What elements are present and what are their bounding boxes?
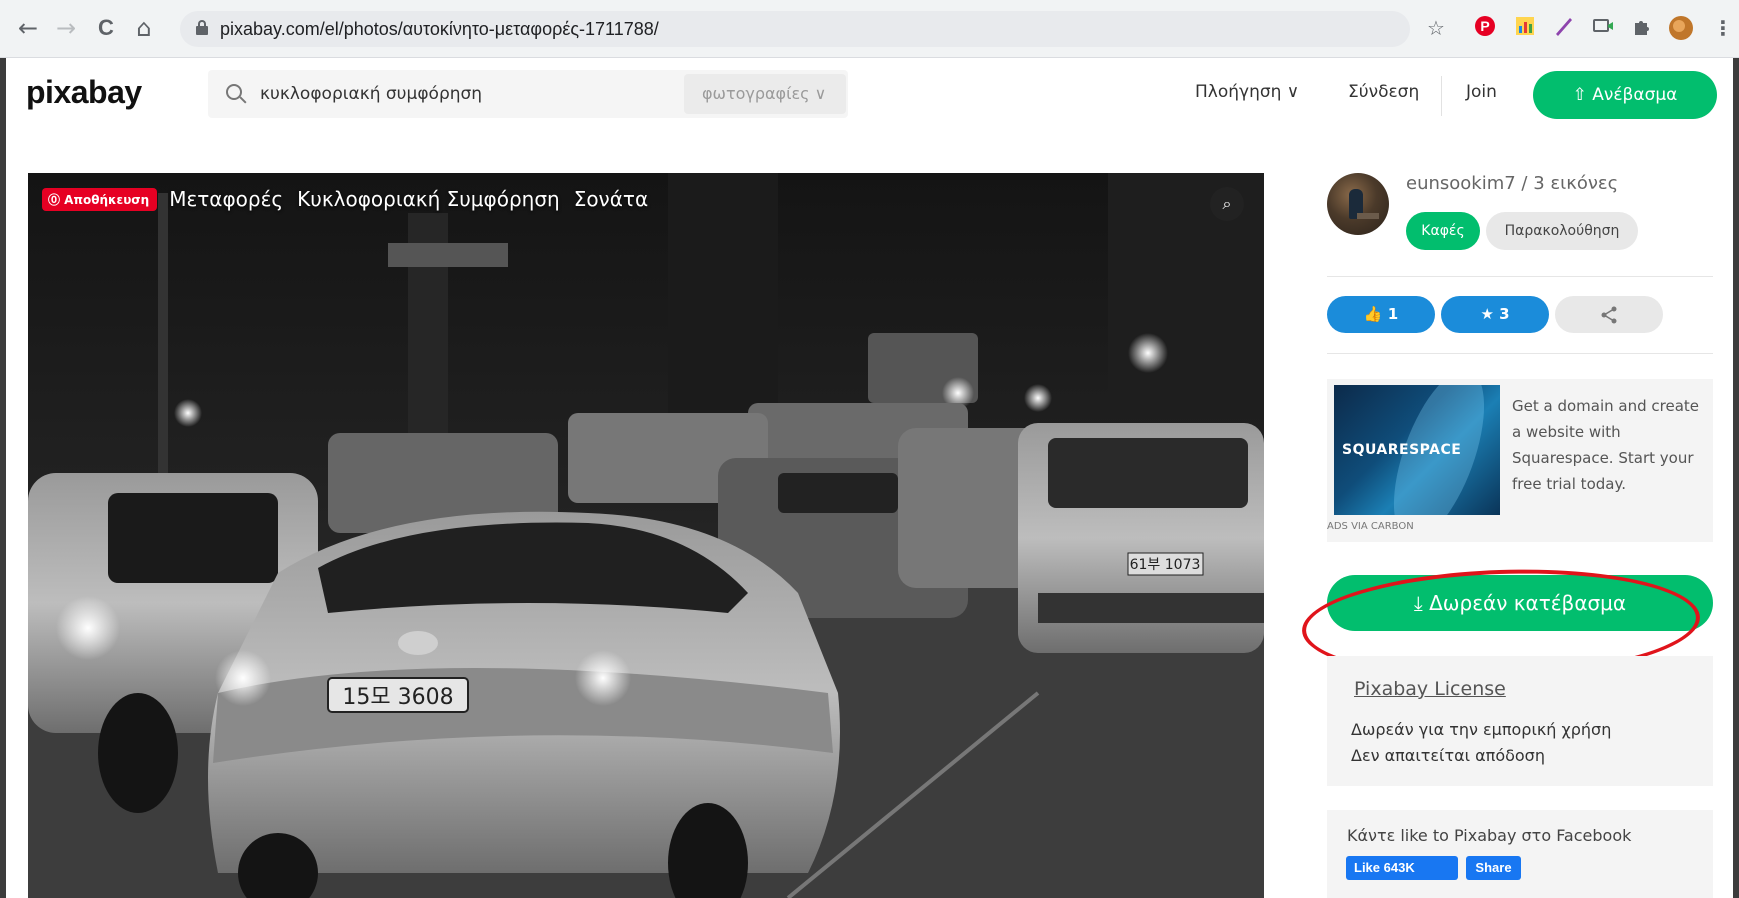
explore-menu[interactable]: Πλοήγηση ∨: [1195, 82, 1299, 102]
facebook-like-button[interactable]: Like 643K: [1346, 856, 1458, 880]
join-link[interactable]: Join: [1466, 82, 1497, 102]
site-header: pixabay φωτογραφίες ∨ Πλοήγηση ∨ Σύνδεση…: [6, 58, 1733, 133]
facebook-panel: Κάντε like to Pixabay στο Facebook Like …: [1327, 810, 1713, 898]
front-plate-text: 15모 3608: [342, 685, 453, 710]
right-plate-text: 61부 1073: [1130, 557, 1201, 573]
thumbs-up-icon: 👍: [1363, 305, 1383, 323]
profile-avatar-icon[interactable]: [1668, 15, 1694, 41]
pixabay-logo[interactable]: pixabay: [26, 74, 142, 111]
photo-tag[interactable]: Σονάτα: [574, 187, 648, 211]
ad-text[interactable]: Get a domain and create a website with S…: [1512, 393, 1708, 497]
search-bar[interactable]: φωτογραφίες ∨: [208, 70, 848, 118]
pinterest-save-button[interactable]: ⓪ Αποθήκευση: [42, 187, 158, 211]
login-link[interactable]: Σύνδεση: [1348, 82, 1419, 102]
share-icon: [1601, 306, 1617, 324]
pinterest-extension-icon[interactable]: P: [1472, 15, 1498, 41]
squarespace-logo: SQUARESPACE: [1342, 442, 1462, 458]
url-text[interactable]: pixabay.com/el/photos/αυτοκίνητο-μεταφορ…: [220, 19, 659, 40]
cast-extension-icon[interactable]: [1590, 15, 1616, 41]
analytics-extension-icon[interactable]: [1512, 15, 1538, 41]
search-icon[interactable]: [224, 82, 248, 106]
follow-button[interactable]: Παρακολούθηση: [1486, 212, 1638, 250]
search-input[interactable]: [260, 81, 640, 107]
sidebar-divider: [1327, 276, 1713, 277]
lock-icon: [196, 20, 208, 36]
license-line: Δεν απαιτείται απόδοση: [1351, 746, 1545, 765]
photo-tag-bar: ⓪ Αποθήκευση Μεταφορές Κυκλοφοριακή Συμφ…: [42, 187, 662, 211]
bookmark-star-icon[interactable]: ☆: [1423, 15, 1449, 41]
photo-tag[interactable]: Κυκλοφοριακή Συμφόρηση: [297, 187, 560, 211]
coffee-button[interactable]: Καφές: [1406, 212, 1480, 250]
extensions-puzzle-icon[interactable]: [1629, 15, 1655, 41]
facebook-share-button[interactable]: Share: [1466, 856, 1521, 880]
ad-via-label[interactable]: ADS VIA CARBON: [1327, 521, 1414, 532]
license-line: Δωρεάν για την εμπορική χρήση: [1351, 720, 1612, 739]
like-button[interactable]: 👍 1: [1327, 296, 1435, 333]
carbon-ad[interactable]: SQUARESPACE Get a domain and create a we…: [1327, 379, 1713, 542]
browser-menu-icon[interactable]: ⋮: [1710, 15, 1736, 41]
favorite-count: 3: [1499, 305, 1510, 323]
home-icon[interactable]: ⌂: [130, 14, 158, 42]
back-icon[interactable]: ←: [14, 14, 42, 42]
author-name[interactable]: eunsookim7 / 3 εικόνες: [1406, 173, 1618, 194]
search-type-dropdown[interactable]: φωτογραφίες ∨: [684, 74, 846, 114]
facebook-text: Κάντε like to Pixabay στο Facebook: [1347, 826, 1632, 845]
license-link[interactable]: Pixabay License: [1354, 678, 1506, 700]
free-download-button[interactable]: ⤓ Δωρεάν κατέβασμα: [1327, 575, 1713, 631]
forward-icon[interactable]: →: [52, 14, 80, 42]
share-button[interactable]: [1555, 296, 1663, 333]
photo-tag[interactable]: Μεταφορές: [169, 187, 283, 211]
sidebar-divider: [1327, 353, 1713, 354]
browser-toolbar: ← → C ⌂ pixabay.com/el/photos/αυτοκίνητο…: [0, 0, 1739, 58]
reload-icon[interactable]: C: [92, 14, 120, 42]
svg-text:P: P: [1480, 18, 1489, 34]
upload-button[interactable]: ⇧ Ανέβασμα: [1533, 71, 1717, 119]
zoom-icon[interactable]: ⌕: [1210, 187, 1244, 221]
ad-image[interactable]: SQUARESPACE: [1334, 385, 1500, 515]
star-icon: ★: [1480, 305, 1494, 323]
author-avatar[interactable]: [1327, 173, 1389, 235]
like-count: 1: [1387, 305, 1399, 323]
favorite-button[interactable]: ★ 3: [1441, 296, 1549, 333]
pen-extension-icon[interactable]: [1551, 15, 1577, 41]
traffic-jam-photo: 61부 1073 15모 3608: [28, 173, 1264, 898]
address-bar[interactable]: pixabay.com/el/photos/αυτοκίνητο-μεταφορ…: [180, 11, 1410, 47]
main-photo[interactable]: 61부 1073 15모 3608 ⓪ Αποθήκευση Μεταφορές…: [28, 173, 1264, 898]
header-divider: [1441, 76, 1442, 116]
license-panel: Pixabay License Δωρεάν για την εμπορική …: [1327, 656, 1713, 786]
